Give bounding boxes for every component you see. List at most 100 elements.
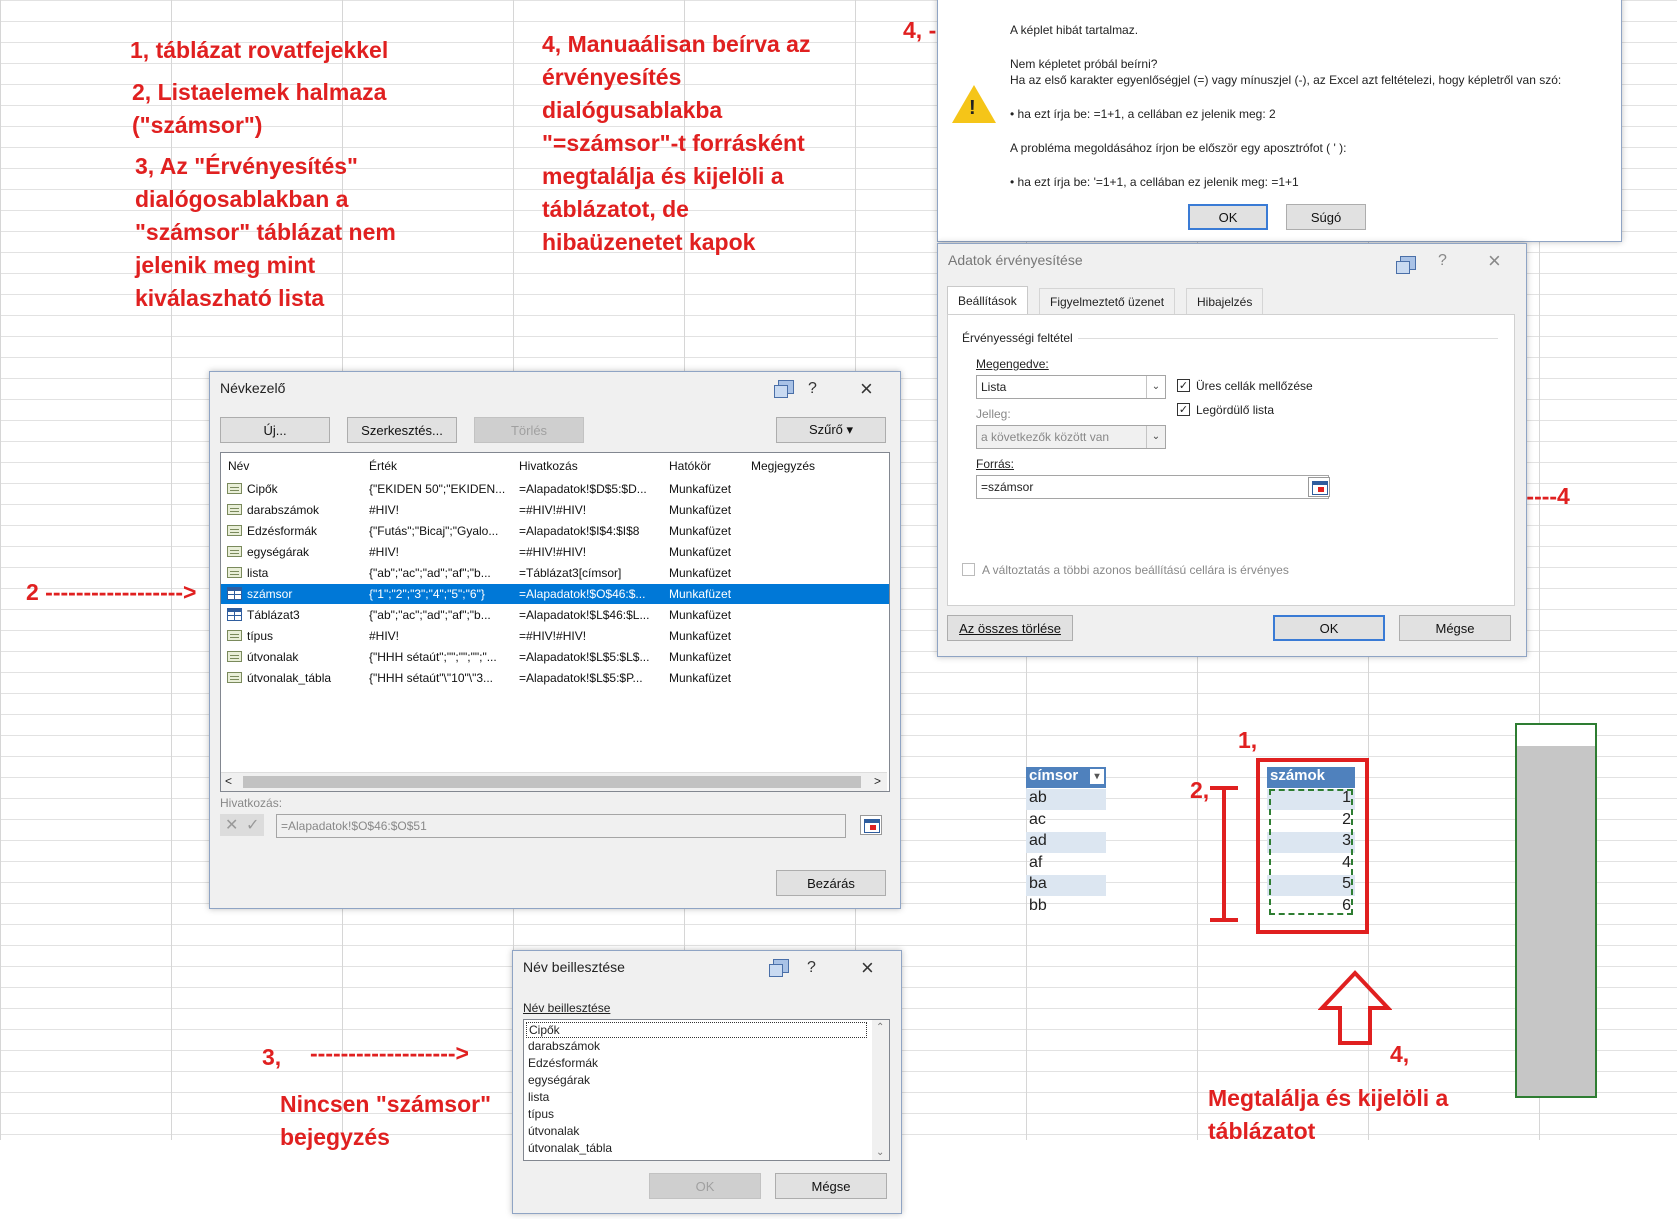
name-row[interactable]: Edzésformák {"Futás";"Bicaj";"Gyalo... =Al… bbox=[221, 521, 889, 541]
column-header-scope[interactable]: Hatókör bbox=[669, 459, 711, 473]
cell-name: Edzésformák bbox=[247, 524, 318, 538]
column-header-comment[interactable]: Megjegyzés bbox=[751, 459, 815, 473]
scroll-up-icon[interactable]: ⌃ bbox=[876, 1022, 884, 1033]
cell-value: #HIV! bbox=[369, 503, 400, 517]
error-line-4: A probléma megoldásához írjon be először… bbox=[1010, 141, 1347, 155]
cimsor-cell[interactable]: ba bbox=[1026, 875, 1106, 896]
cell-ref: =Alapadatok!$D$5:$D... bbox=[519, 482, 647, 496]
help-icon[interactable]: ? bbox=[808, 380, 817, 398]
apply-all-checkbox[interactable] bbox=[962, 563, 975, 576]
cimsor-cell[interactable]: bb bbox=[1026, 897, 1106, 918]
cimsor-header[interactable]: címsor ▾ bbox=[1026, 767, 1106, 788]
scroll-down-icon[interactable]: ⌄ bbox=[876, 1147, 884, 1158]
paste-name-item[interactable]: egységárak bbox=[526, 1073, 592, 1087]
new-name-button[interactable]: Új... bbox=[220, 417, 330, 443]
name-row[interactable]: típus #HIV! =#HIV!#HIV! Munkafüzet bbox=[221, 626, 889, 646]
ignore-blank-checkbox[interactable]: ✓ bbox=[1177, 379, 1190, 392]
arrow-3-number: 3, bbox=[262, 1044, 282, 1070]
name-row[interactable]: Cipők {"EKIDEN 50";"EKIDEN... =Alapadatok!… bbox=[221, 479, 889, 499]
validation-ok-button[interactable]: OK bbox=[1273, 615, 1385, 641]
tab-input-message[interactable]: Figyelmeztető üzenet bbox=[1039, 288, 1176, 314]
paste-name-item[interactable]: Cipők bbox=[526, 1022, 867, 1038]
cell-scope: Munkafüzet bbox=[669, 650, 732, 664]
error-line-3: Ha az első karakter egyenlőségjel (=) va… bbox=[1010, 73, 1562, 87]
name-row[interactable]: darabszámok #HIV! =#HIV!#HIV! Munkafüzet bbox=[221, 500, 889, 520]
paste-name-dialog: Név beillesztése ? × Név beillesztése Ci… bbox=[512, 950, 902, 1214]
source-label: Forrás: bbox=[976, 457, 1015, 471]
paste-name-item[interactable]: útvonalak bbox=[526, 1124, 581, 1138]
source-input[interactable]: =számsor bbox=[976, 475, 1329, 499]
delete-name-button[interactable]: Törlés bbox=[474, 417, 584, 443]
name-icon bbox=[227, 630, 242, 641]
dropdown-checkbox[interactable]: ✓ bbox=[1177, 403, 1190, 416]
help-icon[interactable]: ? bbox=[807, 959, 816, 977]
close-button[interactable]: Bezárás bbox=[776, 870, 886, 896]
cimsor-cell[interactable]: ac bbox=[1026, 811, 1106, 832]
cell-ref: =Alapadatok!$L$5:$P... bbox=[519, 671, 643, 685]
reference-input[interactable]: =Alapadatok!$O$46:$O$51 bbox=[276, 814, 846, 838]
filter-button[interactable]: Szűrő ▾ bbox=[776, 417, 886, 443]
cell-ref: =#HIV!#HIV! bbox=[519, 629, 587, 643]
validation-cancel-button[interactable]: Mégse bbox=[1399, 615, 1511, 641]
paste-name-item[interactable]: útvonalak_tábla bbox=[526, 1141, 614, 1155]
paste-name-list[interactable]: Cipők darabszámok Edzésformák egységárak lis… bbox=[523, 1019, 890, 1161]
name-row[interactable]: útvonalak {"HHH sétaút";"";"";"";"... =Ala… bbox=[221, 647, 889, 667]
column-header-reference[interactable]: Hivatkozás bbox=[519, 459, 578, 473]
help-icon[interactable]: ? bbox=[1438, 252, 1447, 270]
cell-value: {"1";"2";"3";"4";"5";"6"} bbox=[369, 587, 485, 601]
name-icon bbox=[227, 525, 242, 536]
close-icon[interactable]: × bbox=[861, 957, 874, 979]
cimsor-header-label: címsor bbox=[1029, 767, 1079, 784]
edit-name-button[interactable]: Szerkesztés... bbox=[347, 417, 457, 443]
cimsor-cell[interactable]: ab bbox=[1026, 789, 1106, 810]
note-nincsen: Nincsen "számsor" bejegyzés bbox=[280, 1091, 491, 1150]
error-line-2: Nem képletet próbál beírni? bbox=[1010, 57, 1158, 71]
error-ok-button[interactable]: OK bbox=[1188, 204, 1268, 230]
name-row[interactable]: útvonalak_tábla {"HHH sétaút"\"10"\"3... =… bbox=[221, 668, 889, 688]
scroll-left-icon[interactable]: < bbox=[225, 774, 232, 788]
range-select-icon[interactable] bbox=[860, 815, 882, 835]
tab-error-alert[interactable]: Hibajelzés bbox=[1186, 288, 1264, 314]
horizontal-scrollbar[interactable]: < > bbox=[221, 772, 887, 791]
column-header-value[interactable]: Érték bbox=[369, 459, 397, 473]
paste-ok-button[interactable]: OK bbox=[649, 1173, 761, 1199]
name-row[interactable]: számsor {"1";"2";"3";"4";"5";"6"} =Alapada… bbox=[221, 584, 889, 604]
cimsor-cell[interactable]: ad bbox=[1026, 832, 1106, 853]
vertical-scrollbar[interactable]: ⌃ ⌄ bbox=[872, 1020, 889, 1160]
cell-ref: =Alapadatok!$O$46:$... bbox=[519, 587, 646, 601]
column-header-name[interactable]: Név bbox=[228, 459, 249, 473]
data-select[interactable]: a következők között van ⌄ bbox=[976, 425, 1166, 449]
allow-select[interactable]: Lista ⌄ bbox=[976, 375, 1166, 399]
cimsor-cell[interactable]: af bbox=[1026, 854, 1106, 875]
scrollbar-thumb[interactable] bbox=[243, 776, 861, 788]
paste-cancel-button[interactable]: Mégse bbox=[775, 1173, 887, 1199]
restore-icon[interactable] bbox=[769, 959, 789, 977]
cell-scope: Munkafüzet bbox=[669, 608, 732, 622]
name-icon bbox=[227, 651, 242, 662]
close-icon[interactable]: × bbox=[860, 378, 873, 400]
restore-icon[interactable] bbox=[774, 380, 794, 398]
clear-all-button[interactable]: Az összes törlése bbox=[947, 615, 1073, 641]
filter-dropdown-icon[interactable]: ▾ bbox=[1090, 769, 1104, 784]
name-row[interactable]: lista {"ab";"ac";"ad";"af";"b... =Táblázat… bbox=[221, 563, 889, 583]
paste-name-item[interactable]: darabszámok bbox=[526, 1039, 602, 1053]
paste-name-item[interactable]: lista bbox=[526, 1090, 551, 1104]
name-row[interactable]: egységárak #HIV! =#HIV!#HIV! Munkafüzet bbox=[221, 542, 889, 562]
name-row[interactable]: Táblázat3 {"ab";"ac";"ad";"af";"b... =Alap… bbox=[221, 605, 889, 625]
cell-scope: Munkafüzet bbox=[669, 671, 732, 685]
scroll-right-icon[interactable]: > bbox=[874, 774, 881, 788]
close-icon[interactable]: × bbox=[1488, 250, 1501, 272]
paste-name-item[interactable]: Edzésformák bbox=[526, 1056, 600, 1070]
tab-settings[interactable]: Beállítások bbox=[947, 286, 1028, 314]
cancel-x-icon[interactable]: ✕ bbox=[225, 815, 238, 835]
apply-all-label: A változtatás a többi azonos beállítású … bbox=[982, 563, 1289, 577]
restore-icon[interactable] bbox=[1396, 256, 1416, 274]
cell-scope: Munkafüzet bbox=[669, 629, 732, 643]
arrow-2: 2 ------------------> bbox=[26, 579, 197, 605]
error-help-button[interactable]: Súgó bbox=[1286, 204, 1366, 230]
range-select-icon[interactable] bbox=[1308, 477, 1330, 497]
confirm-check-icon[interactable]: ✓ bbox=[246, 815, 259, 835]
names-list[interactable]: Név Érték Hivatkozás Hatókör Megjegyzés … bbox=[220, 452, 890, 792]
paste-name-item[interactable]: típus bbox=[526, 1107, 556, 1121]
name-icon bbox=[227, 567, 242, 578]
